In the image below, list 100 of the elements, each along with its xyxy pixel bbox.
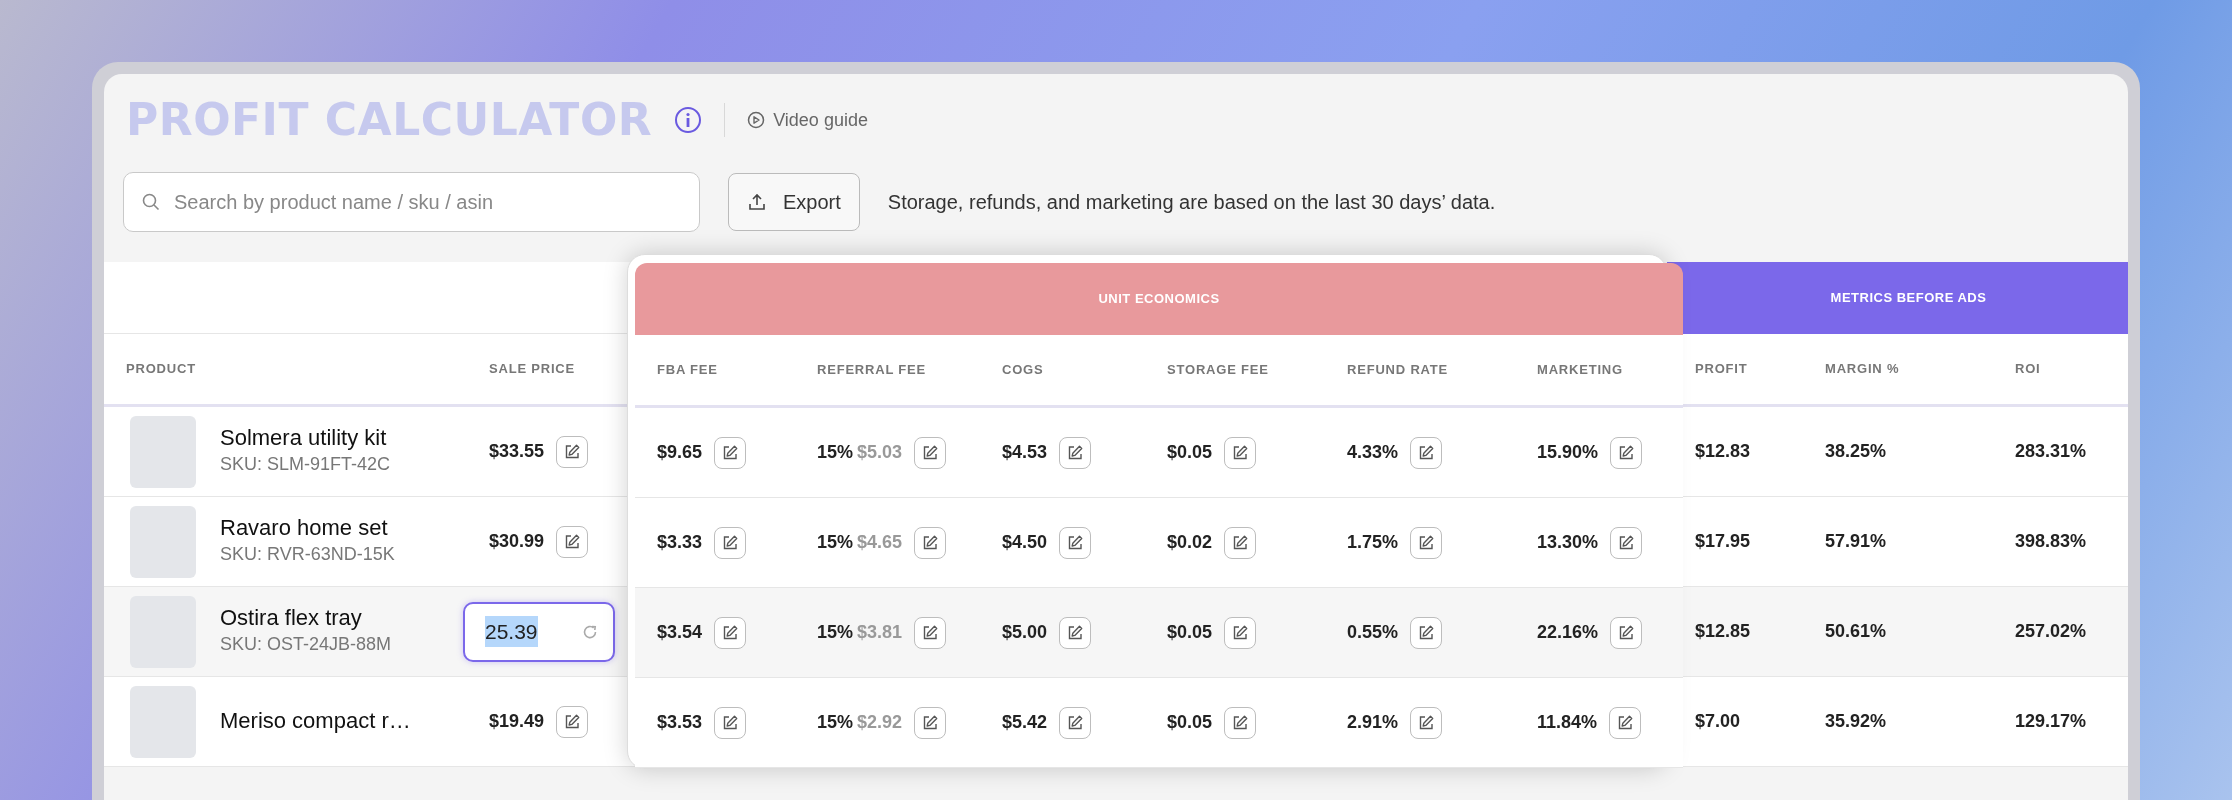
cell-value: 22.16% — [1537, 621, 1599, 644]
edit-button[interactable] — [714, 616, 747, 649]
column-header: MARKETING — [1537, 361, 1624, 380]
edit-button[interactable] — [1609, 706, 1642, 739]
pencil-icon — [1066, 443, 1085, 462]
pencil-icon — [1617, 623, 1636, 642]
edit-button[interactable] — [1224, 706, 1257, 739]
edit-button[interactable] — [1610, 526, 1643, 559]
pencil-icon — [1417, 533, 1436, 552]
referral-rate: 15% — [817, 441, 854, 464]
video-guide-link[interactable]: Video guide — [747, 106, 868, 134]
edit-button[interactable] — [914, 436, 947, 469]
pencil-icon — [921, 533, 940, 552]
column-header: PROFIT — [1695, 360, 1749, 379]
pencil-icon — [1066, 713, 1085, 732]
metric-value: 38.25% — [1825, 440, 1888, 463]
metric-value: $17.95 — [1695, 530, 1752, 553]
edit-button[interactable] — [1610, 436, 1643, 469]
referral-amount: $5.03 — [857, 441, 903, 464]
metric-value: $7.00 — [1695, 710, 1742, 733]
edit-button[interactable] — [556, 705, 589, 738]
cell-value: 1.75% — [1347, 531, 1399, 554]
edit-button[interactable] — [1610, 616, 1643, 649]
cell-value: $4.53 — [1002, 441, 1048, 464]
column-header: REFUND RATE — [1347, 361, 1449, 380]
pencil-icon — [563, 712, 582, 731]
cell-value: $0.05 — [1167, 441, 1213, 464]
product-name: Solmera utility kit — [220, 424, 388, 452]
metric-value: 50.61% — [1825, 620, 1888, 643]
pencil-icon — [1231, 623, 1250, 642]
column-header: STORAGE FEE — [1167, 361, 1270, 380]
cell-value: $0.05 — [1167, 711, 1213, 734]
metric-value: 35.92% — [1825, 710, 1888, 733]
edit-button[interactable] — [556, 435, 589, 468]
edit-button[interactable] — [1410, 616, 1443, 649]
edit-button[interactable] — [1059, 616, 1092, 649]
edit-button[interactable] — [714, 706, 747, 739]
product-sku: SKU: SLM-91FT-42C — [220, 453, 391, 477]
export-button[interactable]: Export — [728, 173, 860, 231]
product-name: Ostira flex tray — [220, 604, 363, 632]
pencil-icon — [1617, 533, 1636, 552]
metric-value: 283.31% — [2015, 440, 2088, 463]
edit-button[interactable] — [1410, 526, 1443, 559]
edit-button[interactable] — [1059, 706, 1092, 739]
cell-value: 0.55% — [1347, 621, 1399, 644]
referral-amount: $4.65 — [857, 531, 903, 554]
data-note: Storage, refunds, and marketing are based on the last 30 days’ data. — [887, 190, 1496, 215]
metric-value: $12.83 — [1695, 440, 1752, 463]
search-field[interactable]: Search by product name / sku / asin — [123, 172, 700, 232]
cell-value: $3.33 — [657, 531, 703, 554]
edit-button[interactable] — [1059, 526, 1092, 559]
edit-button[interactable] — [1059, 436, 1092, 469]
cell-value: 13.30% — [1537, 531, 1599, 554]
edit-button[interactable] — [1224, 526, 1257, 559]
edit-button[interactable] — [1410, 436, 1443, 469]
column-header: MARGIN % — [1825, 360, 1901, 379]
cell-value: $5.42 — [1002, 711, 1048, 734]
column-header: FBA FEE — [657, 361, 719, 380]
product-name: Ravaro home set — [220, 514, 389, 542]
pencil-icon — [1231, 443, 1250, 462]
referral-rate: 15% — [817, 621, 854, 644]
pencil-icon — [1417, 623, 1436, 642]
cell-value: $0.05 — [1167, 621, 1213, 644]
cell-value: $9.65 — [657, 441, 703, 464]
edit-button[interactable] — [556, 525, 589, 558]
product-sku: SKU: RVR-63ND-15K — [220, 543, 395, 567]
edit-button[interactable] — [914, 526, 947, 559]
column-header: REFERRAL FEE — [817, 361, 928, 380]
edit-button[interactable] — [1224, 616, 1257, 649]
product-name: Meriso compact r… — [220, 708, 411, 735]
cell-value: 11.84% — [1537, 711, 1598, 734]
metric-value: 257.02% — [2015, 620, 2088, 643]
pencil-icon — [1231, 533, 1250, 552]
pencil-icon — [1417, 713, 1436, 732]
price-input-field[interactable]: 25.39 — [463, 601, 615, 662]
pencil-icon — [1417, 443, 1436, 462]
edit-button[interactable] — [1410, 706, 1443, 739]
cell-value: $5.00 — [1002, 621, 1048, 644]
info-icon[interactable] — [674, 106, 703, 134]
edit-button[interactable] — [1224, 436, 1257, 469]
metric-value: 129.17% — [2015, 710, 2088, 733]
pencil-icon — [721, 443, 740, 462]
metric-value: 398.83% — [2015, 530, 2088, 553]
column-header: ROI — [2015, 360, 2042, 379]
search-icon — [142, 193, 160, 211]
pencil-icon — [1066, 533, 1085, 552]
metric-value: 57.91% — [1825, 530, 1888, 553]
referral-amount: $3.81 — [857, 621, 903, 644]
referral-rate: 15% — [817, 531, 854, 554]
sale-price: $30.99 — [489, 530, 545, 553]
pencil-icon — [563, 442, 582, 461]
edit-button[interactable] — [914, 616, 947, 649]
pencil-icon — [921, 713, 940, 732]
edit-button[interactable] — [714, 436, 747, 469]
group-header: METRICS BEFORE ADS — [1667, 262, 2128, 334]
edit-button[interactable] — [714, 526, 747, 559]
edit-button[interactable] — [914, 706, 947, 739]
column-header: SALE PRICE — [489, 360, 576, 379]
column-header: PRODUCT — [126, 360, 197, 379]
sale-price: $33.55 — [489, 440, 545, 463]
